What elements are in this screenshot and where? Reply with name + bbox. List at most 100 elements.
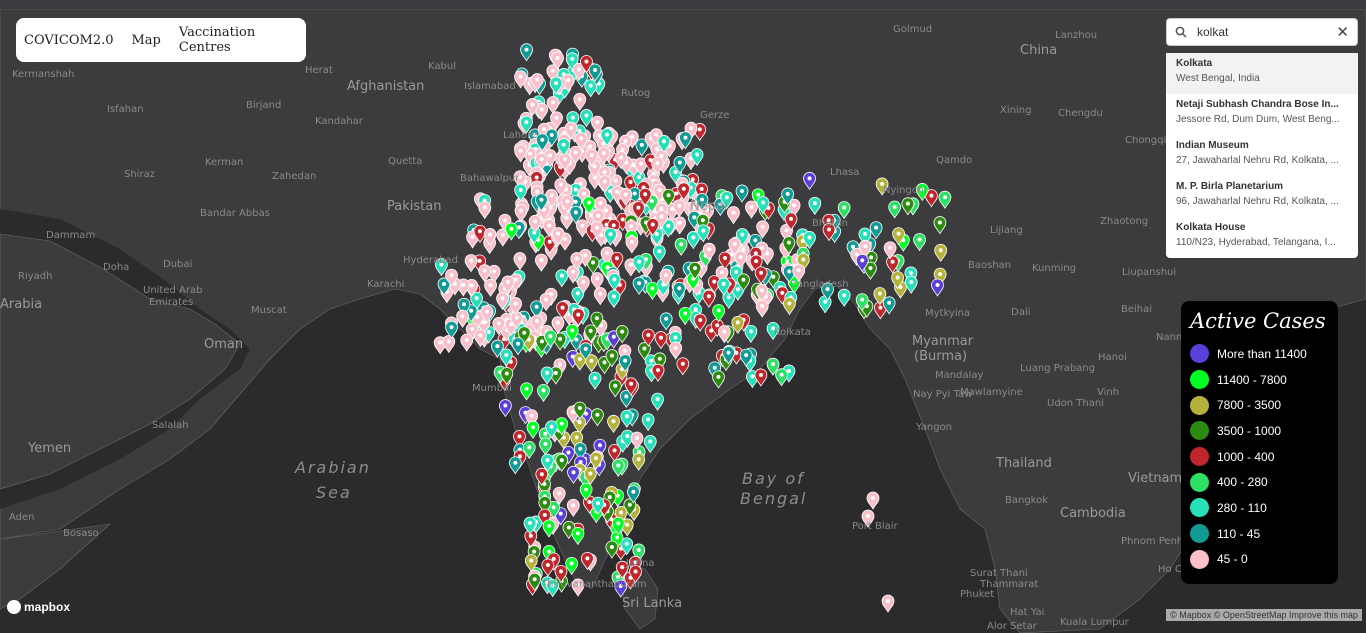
map-marker-dot <box>534 175 539 180</box>
map-marker-dot <box>680 361 685 366</box>
map-marker-dot <box>661 139 666 144</box>
map-marker-dot <box>748 329 753 334</box>
map-marker-dot <box>827 227 832 232</box>
map-marker-dot <box>887 300 892 305</box>
map-marker-dot <box>555 320 560 325</box>
map-marker-dot <box>598 201 603 206</box>
nav-link-map[interactable]: Map <box>132 33 161 48</box>
map-marker-dot <box>557 362 562 367</box>
map-attribution[interactable]: © Mapbox © OpenStreetMap Improve this ma… <box>1166 609 1362 621</box>
map-marker-dot <box>574 337 579 342</box>
map-marker-dot <box>688 126 693 131</box>
map-marker-dot <box>677 286 682 291</box>
map-marker-dot <box>756 192 761 197</box>
suggestion-item[interactable]: Indian Museum 27, Jawaharlal Nehru Rd, K… <box>1166 135 1358 176</box>
map-marker-dot <box>549 133 554 138</box>
legend-label: 1000 - 400 <box>1217 449 1275 464</box>
map-marker-dot <box>909 280 914 285</box>
suggestion-item[interactable]: Kolkata West Bengal, India <box>1166 53 1358 94</box>
map-marker-dot <box>657 188 662 193</box>
map-marker-dot <box>569 561 574 566</box>
map-marker-dot <box>592 164 597 169</box>
map-marker-dot <box>529 558 534 563</box>
map-marker-dot <box>470 327 475 332</box>
map-marker-dot <box>607 495 612 500</box>
map-marker-dot <box>439 262 444 267</box>
map-marker-dot <box>740 188 745 193</box>
legend-label: 11400 - 7800 <box>1217 372 1287 387</box>
map-marker-dot <box>734 269 739 274</box>
map-marker-dot <box>609 353 614 358</box>
suggestion-item[interactable]: Kolkata House 110/N23, Hyderabad, Telang… <box>1166 217 1358 258</box>
map-marker-dot <box>547 223 552 228</box>
map-marker-dot <box>577 405 582 410</box>
map-marker-dot <box>627 502 632 507</box>
map-canvas[interactable]: Afghanistan Pakistan Nepal Bhutan Oman Y… <box>0 9 1366 633</box>
map-marker-dot <box>532 132 537 137</box>
map-marker-dot <box>570 328 575 333</box>
map-marker-dot <box>636 457 641 462</box>
map-marker-dot <box>780 290 785 295</box>
map-marker-dot <box>677 160 682 165</box>
map-marker-dot <box>625 522 630 527</box>
map-marker-dot <box>650 222 655 227</box>
map-marker-dot <box>760 224 765 229</box>
map-marker-dot <box>896 231 901 236</box>
map-marker-dot <box>542 500 547 505</box>
map-marker-dot <box>754 259 759 264</box>
map-marker-dot <box>616 463 621 468</box>
legend-label: 7800 - 3500 <box>1217 398 1282 413</box>
map-marker-dot <box>594 316 599 321</box>
map-marker-dot <box>477 258 482 263</box>
map-marker-dot <box>888 245 893 250</box>
search-box: ✕ <box>1166 18 1358 46</box>
suggestion-item[interactable]: Netaji Subhash Chandra Bose In... Jessor… <box>1166 94 1358 135</box>
map-marker-dot <box>602 170 607 175</box>
nav-link-vaccination-centres[interactable]: Vaccination Centres <box>179 25 288 55</box>
map-marker-dot <box>516 341 521 346</box>
map-marker-dot <box>620 329 625 334</box>
map-svg <box>0 9 1366 633</box>
map-marker-dot <box>789 216 794 221</box>
map-marker-dot <box>629 224 634 229</box>
map-marker-dot <box>593 68 597 72</box>
map-marker-dot <box>611 419 616 424</box>
map-marker-dot <box>677 203 682 208</box>
map-marker-dot <box>623 358 628 363</box>
map-marker-dot <box>611 223 616 228</box>
map-marker-dot <box>548 153 553 158</box>
map-marker-dot <box>524 120 529 125</box>
brand-title[interactable]: COVICOM2.0 <box>24 33 114 48</box>
map-marker-dot <box>612 277 617 282</box>
map-marker-dot <box>801 257 806 262</box>
map-marker-dot <box>726 295 731 300</box>
map-marker-dot <box>517 256 522 261</box>
map-marker-dot <box>691 235 696 240</box>
map-marker-dot <box>908 270 913 275</box>
mapbox-logo[interactable]: mapbox <box>7 600 70 614</box>
map-marker-dot <box>539 197 544 202</box>
map-marker-dot <box>588 144 593 149</box>
map-marker-dot <box>475 315 480 320</box>
map-marker-dot <box>446 339 451 344</box>
map-marker-dot <box>518 74 523 79</box>
map-marker-dot <box>750 374 755 379</box>
map-marker-dot <box>615 574 620 579</box>
map-marker-dot <box>528 521 532 525</box>
map-marker-dot <box>611 334 616 339</box>
map-marker-dot <box>577 97 582 102</box>
search-input[interactable] <box>1195 24 1329 40</box>
map-marker-dot <box>504 352 509 357</box>
clear-search-icon[interactable]: ✕ <box>1336 23 1349 41</box>
map-marker-dot <box>673 170 678 175</box>
map-marker-dot <box>542 127 547 132</box>
suggestion-item[interactable]: M. P. Birla Planetarium 96, Jawaharlal N… <box>1166 176 1358 217</box>
map-marker-dot <box>673 335 678 340</box>
map-marker-dot <box>613 178 618 183</box>
map-marker-dot <box>570 115 575 120</box>
map-marker-dot <box>584 59 589 64</box>
map-marker-dot <box>706 294 711 299</box>
map-marker-dot <box>886 599 890 603</box>
map-marker-dot <box>691 205 696 210</box>
map-marker-dot <box>860 297 865 302</box>
